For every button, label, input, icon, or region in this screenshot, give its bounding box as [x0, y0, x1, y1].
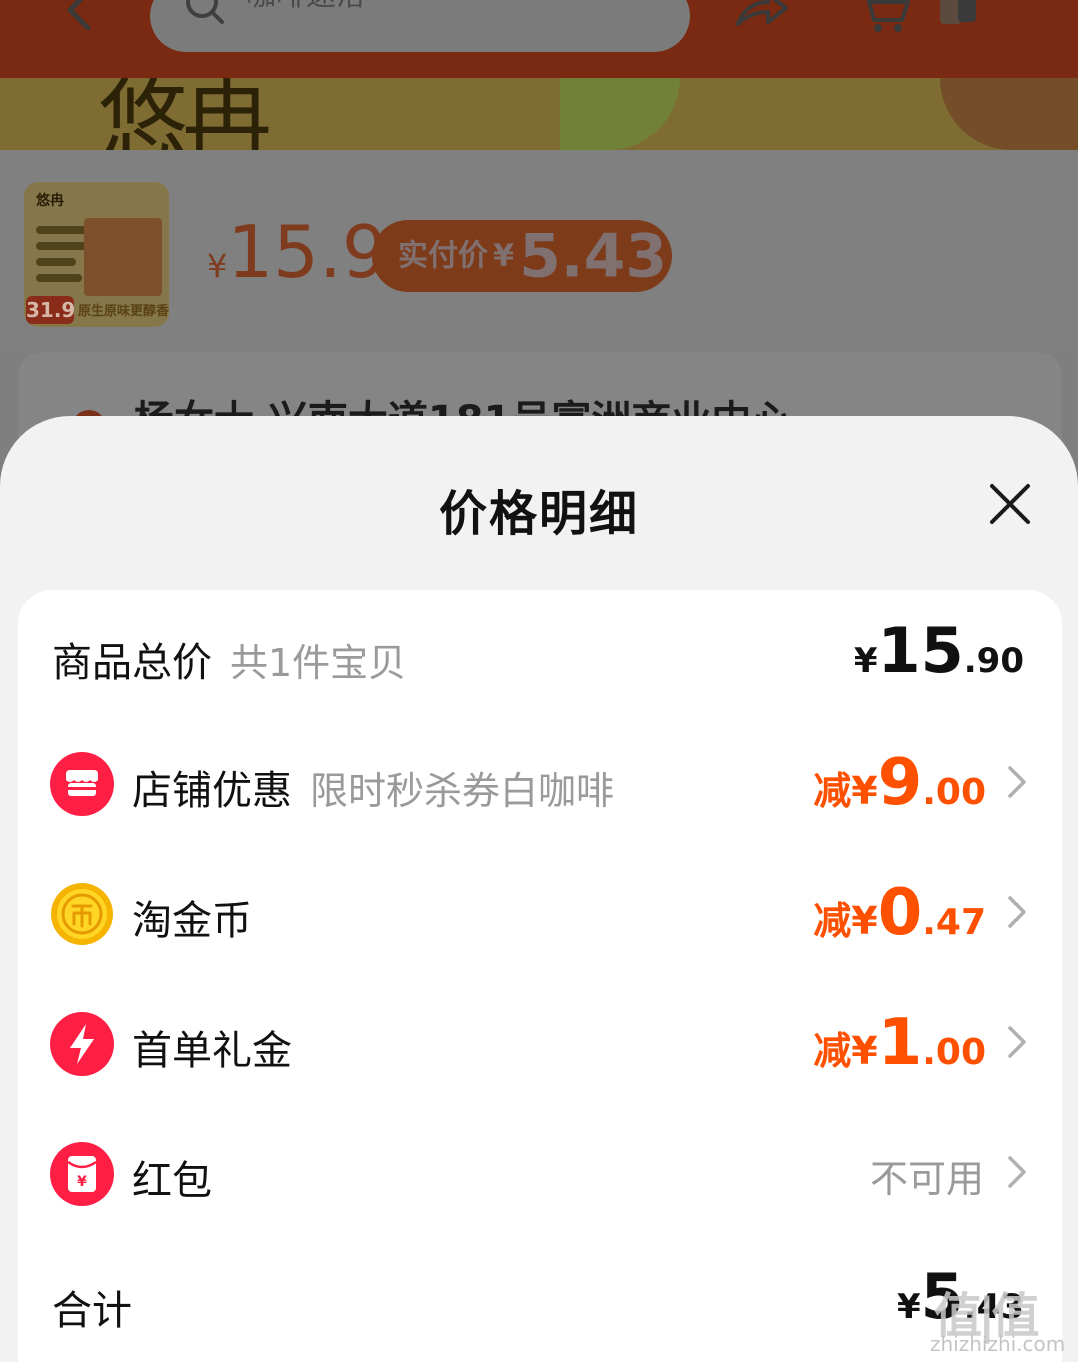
first-order-gift-label: 首单礼金	[132, 1028, 292, 1074]
goods-total-label: 商品总价 共1件宝贝	[52, 640, 407, 686]
search-input[interactable]: 咖啡速溶	[246, 0, 366, 12]
first-order-gift-row[interactable]: 首单礼金 减¥1.00	[18, 978, 1062, 1108]
red-packet-row[interactable]: ¥ 红包 不可用	[18, 1108, 1062, 1238]
shop-icon	[50, 752, 114, 816]
lightning-icon	[50, 1012, 114, 1076]
banner-decoration	[560, 78, 680, 150]
product-price: ¥15.9	[207, 216, 388, 288]
paid-price-currency: ¥	[493, 238, 514, 274]
chevron-right-icon	[1008, 1156, 1026, 1188]
svg-text:¥: ¥	[77, 1174, 87, 1190]
search-bar[interactable]: 咖啡速溶	[150, 0, 690, 52]
site-watermark: 值|值 zhizhizhi.com	[928, 1276, 1078, 1362]
goods-total-amount: ¥15.90	[853, 614, 1024, 687]
chevron-right-icon	[1008, 1026, 1026, 1058]
paid-price-value: 5.43	[519, 221, 668, 292]
back-arrow-icon[interactable]	[62, 0, 96, 30]
price-detail-sheet: 价格明细 商品总价 共1件宝贝 ¥15.90 店铺优惠 限时秒杀券白咖啡 减¥9.0…	[0, 416, 1078, 1362]
product-banner: 悠冉	[0, 78, 1078, 150]
gold-coin-row[interactable]: 淘金币 减¥0.47	[18, 848, 1062, 978]
product-summary: 悠冉 31.9 原生原味更醇香 ¥15.9 实付价 ¥ 5.43	[0, 150, 1078, 396]
share-icon[interactable]	[734, 0, 790, 28]
thumbnail-tagline: 原生原味更醇香	[78, 304, 169, 319]
sheet-title: 价格明细	[438, 486, 639, 542]
first-order-gift-amount: 减¥1.00	[813, 1006, 986, 1080]
watermark-url: zhizhizhi.com	[930, 1332, 1066, 1356]
gold-coin-label: 淘金币	[132, 898, 252, 944]
red-packet-label: 红包	[132, 1158, 212, 1204]
price-value: 15.9	[227, 210, 388, 294]
paid-price-label: 实付价	[398, 238, 488, 274]
total-row: 合计 ¥5.43	[18, 1240, 1062, 1362]
red-packet-icon: ¥	[50, 1142, 114, 1206]
red-packet-status: 不可用	[869, 1157, 984, 1201]
more-icon[interactable]	[930, 0, 982, 28]
shop-discount-amount: 减¥9.00	[813, 746, 986, 820]
paid-price-badge: 实付价 ¥ 5.43	[372, 220, 672, 292]
price-detail-card: 商品总价 共1件宝贝 ¥15.90 店铺优惠 限时秒杀券白咖啡 减¥9.00 淘…	[18, 590, 1062, 1362]
top-nav-bar: 咖啡速溶	[0, 0, 1078, 78]
banner-brand-text: 悠冉	[98, 78, 272, 150]
close-icon[interactable]	[988, 482, 1032, 526]
shop-discount-label: 店铺优惠 限时秒杀券白咖啡	[132, 768, 615, 814]
thumbnail-line	[36, 242, 86, 250]
cart-icon[interactable]	[858, 0, 910, 34]
gold-coin-icon	[51, 883, 113, 945]
product-thumbnail: 悠冉 31.9 原生原味更醇香	[24, 182, 169, 327]
gold-coin-amount: 减¥0.47	[813, 876, 986, 950]
chevron-right-icon	[1008, 896, 1026, 928]
thumbnail-line	[36, 258, 76, 266]
thumbnail-line	[36, 274, 82, 282]
thumbnail-price-tag: 31.9	[26, 296, 76, 324]
chevron-right-icon	[1008, 766, 1026, 798]
goods-total-row: 商品总价 共1件宝贝 ¥15.90	[18, 590, 1062, 720]
thumbnail-brand: 悠冉	[36, 193, 64, 209]
shop-discount-desc: 限时秒杀券白咖啡	[310, 769, 615, 813]
price-currency: ¥	[207, 247, 228, 285]
banner-decoration	[940, 78, 1078, 150]
total-label: 合计	[52, 1288, 132, 1334]
thumbnail-product-box	[84, 218, 162, 296]
search-icon	[186, 0, 224, 24]
goods-count: 共1件宝贝	[230, 641, 407, 685]
shop-discount-row[interactable]: 店铺优惠 限时秒杀券白咖啡 减¥9.00	[18, 718, 1062, 848]
